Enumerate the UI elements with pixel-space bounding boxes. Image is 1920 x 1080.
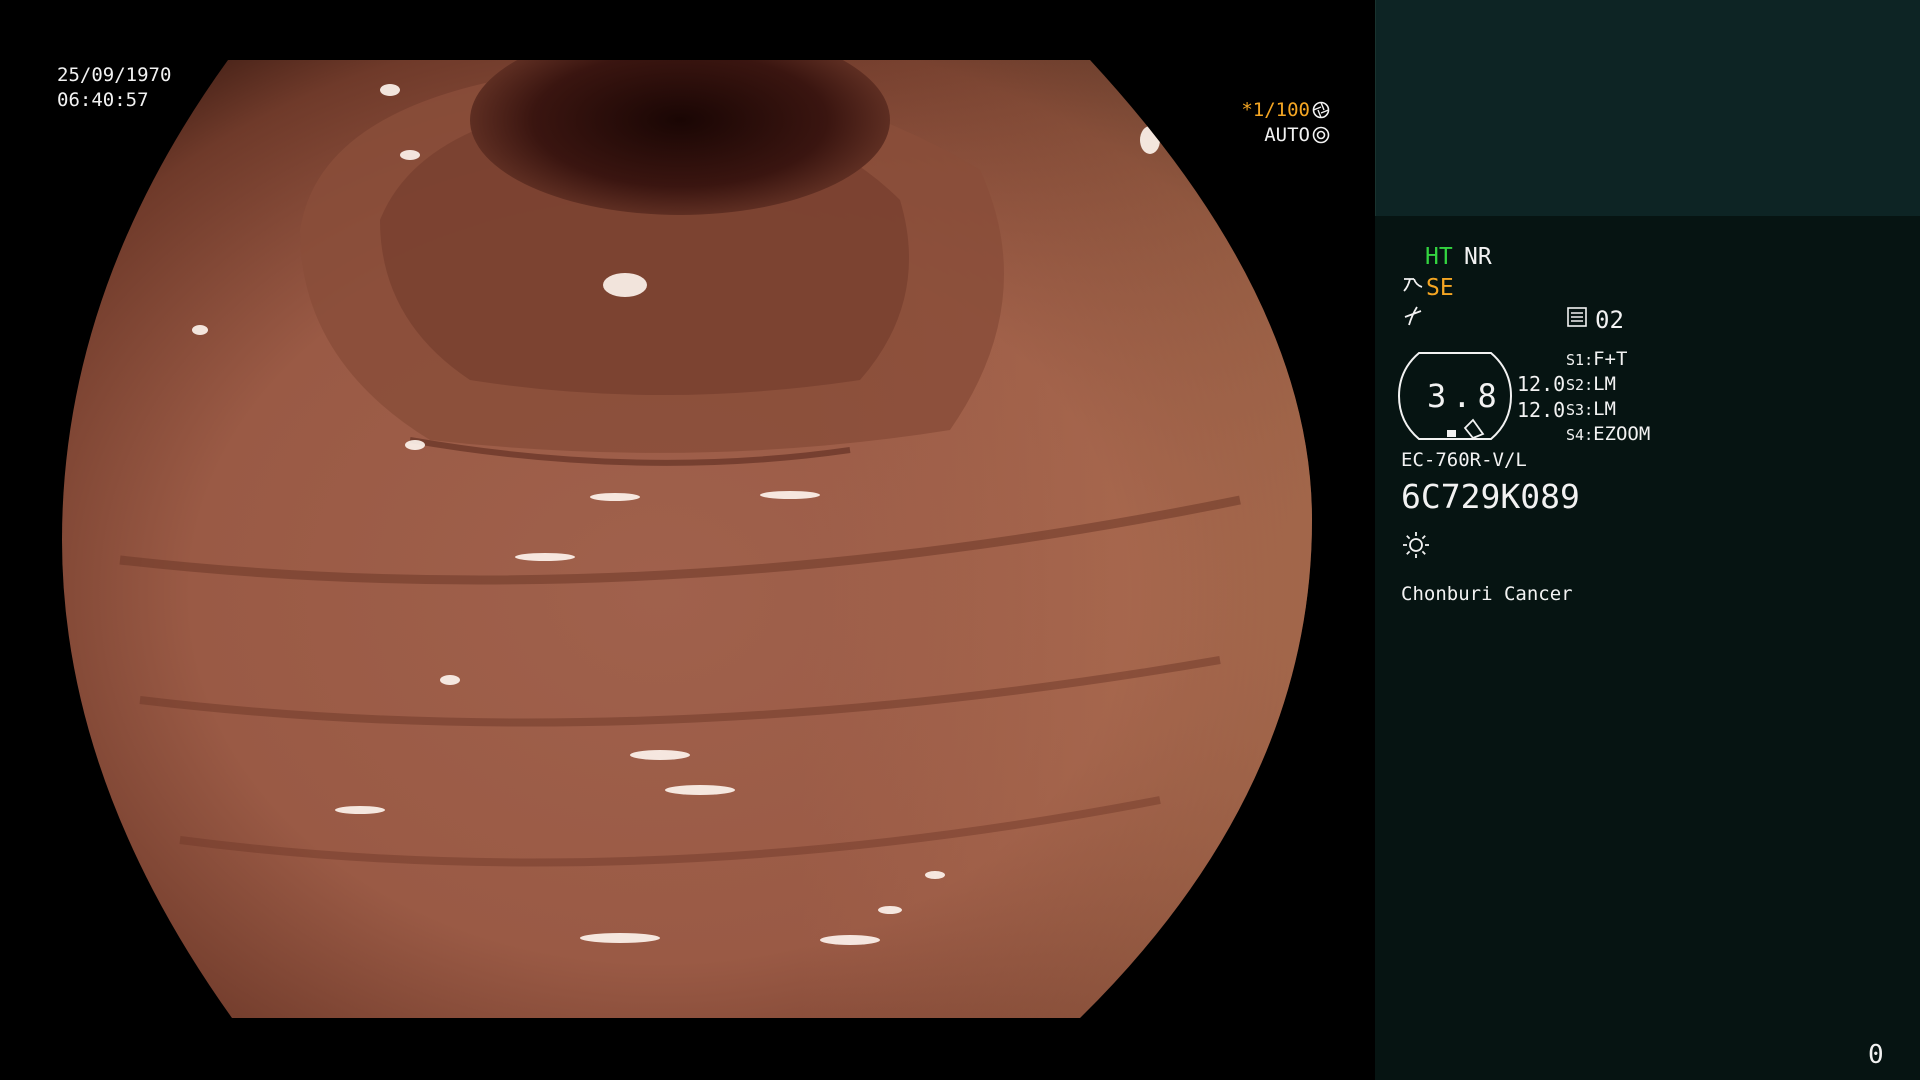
switch-row-s3: S3:LM [1566,398,1616,420]
magnification-value: 3.8 [1427,377,1503,415]
scope-serial: 6C729K089 [1401,477,1580,516]
shutter-speed-text: *1/100 [1241,99,1310,121]
switch-key: S1 [1566,351,1585,369]
date-text: 25/09/1970 [57,64,172,86]
aperture-icon [1312,101,1330,119]
exposure-overlay: *1/100 AUTO [1241,98,1330,148]
upper-value: 12.0 [1517,372,1566,396]
memory-card-icon [1567,307,1587,327]
switch-row-s1: S1:F+T [1566,348,1628,370]
iris-mode-text: AUTO [1264,124,1310,146]
switch-key: S2 [1566,376,1585,394]
info-panel: HT NR SE 02 3.8 12.0 12.0 S1:F+T S2:LM S… [1375,0,1920,1080]
switch-value: F+T [1593,348,1628,370]
scope-model: EC-760R-V/L [1401,449,1527,471]
switch-key: S3 [1566,401,1585,419]
switch-row-s4: S4:EZOOM [1566,423,1651,445]
endoscopic-image [62,60,1312,1018]
iris-icon [1312,126,1330,144]
sun-icon [1403,532,1429,558]
image-counter: 0 [1868,1040,1884,1070]
memory-number: 02 [1595,306,1624,334]
nr-indicator: NR [1464,244,1492,270]
se-indicator: SE [1426,275,1454,301]
date-time-overlay: 25/09/1970 06:40:57 [57,63,171,113]
switch-value: LM [1593,373,1616,395]
curve-icon [1404,306,1422,326]
panel-header-area [1375,0,1920,216]
switch-value: EZOOM [1593,423,1651,445]
ht-indicator: HT [1425,244,1453,270]
structure-enhance-icon [1403,278,1423,292]
switch-key: S4 [1566,426,1585,444]
time-text: 06:40:57 [57,89,149,111]
endoscope-view: 25/09/1970 06:40:57 *1/100 AUTO [0,0,1375,1080]
hospital-name: Chonburi Cancer [1401,583,1573,605]
lower-value: 12.0 [1517,398,1566,422]
switch-value: LM [1593,398,1616,420]
switch-row-s2: S2:LM [1566,373,1616,395]
